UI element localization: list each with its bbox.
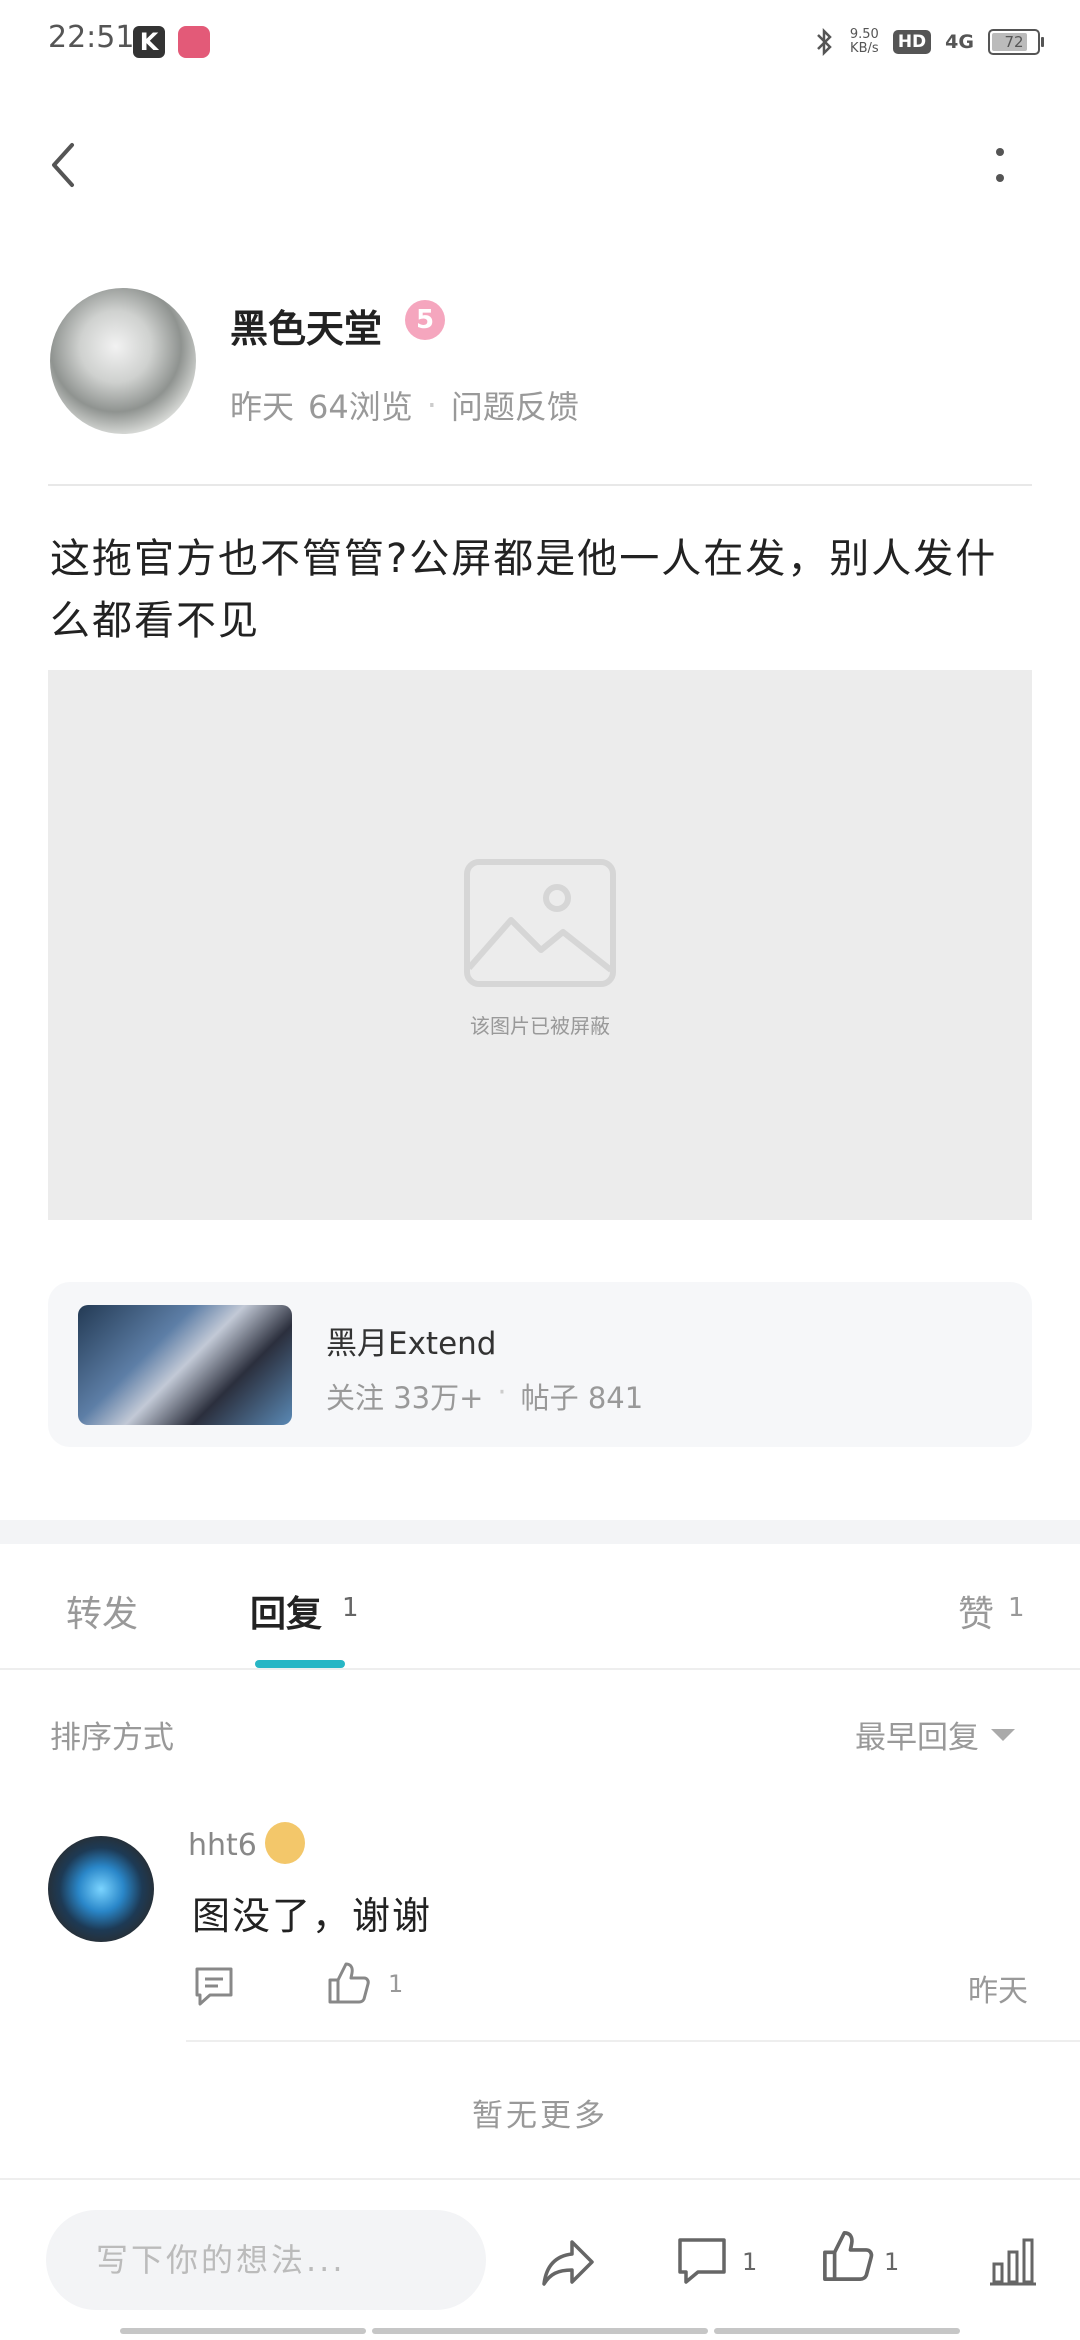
board-thumbnail[interactable] (78, 1305, 292, 1425)
comment-button[interactable] (674, 2232, 730, 2288)
hd-badge: HD (892, 30, 932, 54)
comment-like-button[interactable] (326, 1960, 372, 2006)
status-time: 22:51 (48, 20, 135, 55)
thumbs-up-icon (328, 1962, 370, 2004)
tab-forward[interactable]: 转发 (66, 1585, 138, 1637)
image-placeholder-icon (464, 859, 616, 987)
no-more-label: 暂无更多 (472, 2098, 608, 2134)
bar-chart-icon (990, 2238, 1036, 2286)
comment-reply-button[interactable] (192, 1964, 236, 2008)
sort-selected: 最早回复 (855, 1720, 979, 1756)
author-name[interactable]: 黑色天堂 (230, 298, 382, 353)
bluetooth-icon (816, 27, 832, 57)
post-category[interactable]: 问题反馈 (451, 382, 579, 428)
battery-level: 72 (1004, 33, 1024, 51)
tab-like[interactable]: 赞 (958, 1585, 994, 1637)
comment-reply-icon (195, 1967, 233, 2006)
board-posts: 帖子 841 (520, 1381, 644, 1415)
divider (186, 2040, 1080, 2042)
back-button[interactable] (40, 135, 90, 195)
post-views: 64浏览 (308, 388, 413, 426)
thumbs-up-icon (823, 2231, 874, 2281)
more-options-button[interactable] (975, 140, 1025, 190)
like-button[interactable] (820, 2228, 876, 2284)
nav-indicator (372, 2328, 708, 2334)
app-face-notification-icon (178, 26, 210, 58)
meta-separator: · (426, 386, 437, 424)
tab-like-count: 1 (1008, 1593, 1025, 1623)
divider (48, 484, 1032, 486)
network-speed-value: 9.50 (849, 27, 879, 42)
stats-button[interactable] (988, 2234, 1038, 2288)
section-separator (0, 1520, 1080, 1544)
board-followers: 关注 33万+ (326, 1381, 484, 1415)
sort-dropdown[interactable]: 最早回复 (855, 1712, 1015, 1757)
nav-indicator (120, 2328, 366, 2334)
post-time: 昨天 (230, 388, 295, 426)
commenter-avatar[interactable] (48, 1836, 154, 1942)
network-speed: 9.50 KB/s (850, 28, 879, 56)
comment-time: 昨天 (968, 1974, 1028, 2009)
divider (0, 2178, 1080, 2180)
tab-reply-count: 1 (342, 1593, 359, 1623)
author-avatar[interactable] (50, 288, 196, 434)
comment-count: 1 (742, 2248, 758, 2276)
commenter-name[interactable]: hht6 (188, 1828, 257, 1863)
post-content: 这拖官方也不管管?公屏都是他一人在发，别人发什么都看不见 (50, 536, 998, 644)
network-speed-unit: KB/s (850, 41, 879, 56)
status-indicators: 9.50 KB/s HD 4G 72 (814, 22, 1044, 62)
divider (0, 1668, 1080, 1670)
post-meta: 昨天 64浏览 · 问题反馈 (230, 382, 579, 428)
sort-label: 排序方式 (50, 1720, 174, 1756)
like-count: 1 (884, 2248, 900, 2276)
active-tab-indicator (255, 1660, 345, 1668)
more-vertical-icon (996, 148, 1004, 182)
app-k-notification-icon: K (133, 26, 165, 58)
caret-down-icon (991, 1728, 1015, 1741)
status-bar: 22:51 K 9.50 KB/s HD 4G 72 (0, 0, 1080, 80)
comment-text: 图没了，谢谢 (192, 1894, 433, 1938)
comment-bubble-icon (678, 2238, 726, 2284)
comment-input[interactable]: 写下你的想法... (46, 2210, 486, 2310)
blocked-image-label: 该图片已被屏蔽 (470, 1014, 610, 1038)
share-arrow-icon (542, 2240, 594, 2286)
board-name[interactable]: 黑月Extend (326, 1318, 497, 1363)
chevron-left-icon (52, 143, 74, 187)
commenter-badge-icon (265, 1822, 305, 1864)
nav-indicator (714, 2328, 960, 2334)
comment-like-count: 1 (388, 1970, 404, 1998)
tab-reply[interactable]: 回复 (250, 1585, 322, 1637)
signal-4g-icon: 4G (945, 31, 974, 53)
board-stats: 关注 33万+ · 帖子 841 (326, 1375, 643, 1417)
author-level-badge: 5 (405, 300, 445, 340)
share-button[interactable] (538, 2232, 598, 2292)
battery-icon: 72 (988, 29, 1044, 55)
stats-separator: · (497, 1375, 507, 1409)
